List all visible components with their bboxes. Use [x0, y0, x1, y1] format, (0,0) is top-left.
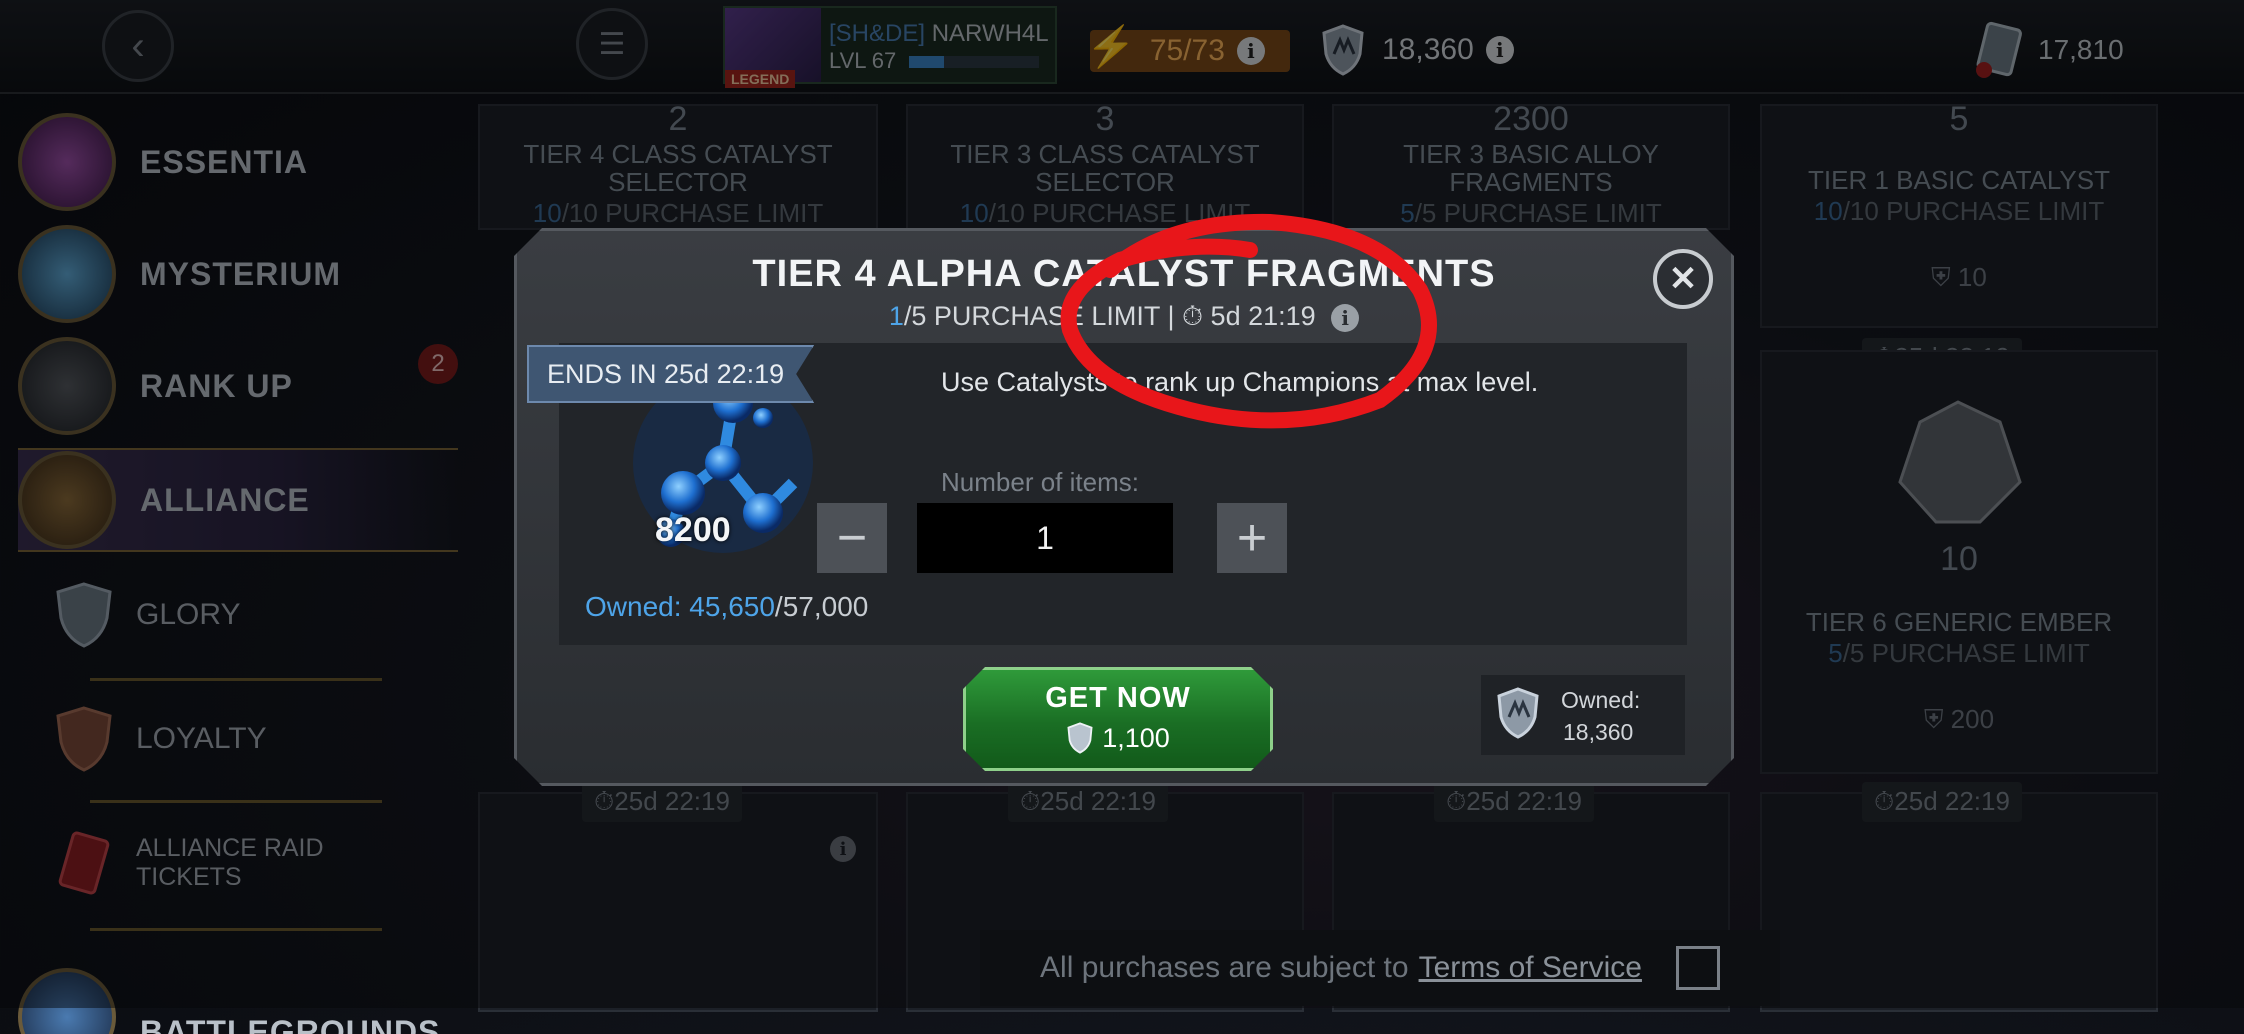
stopwatch-icon: ⏱ [1182, 301, 1203, 331]
quantity-label: Number of items: [941, 467, 1139, 498]
info-icon[interactable]: i [1331, 304, 1359, 332]
increase-quantity-button[interactable]: + [1217, 503, 1287, 573]
quantity-input[interactable]: 1 [917, 503, 1173, 573]
owned-count: Owned: 45,650/57,000 [585, 591, 868, 623]
sidebar-item-label: BATTLEGROUNDS [140, 1014, 440, 1034]
dialog-title: TIER 4 ALPHA CATALYST FRAGMENTS [517, 253, 1731, 296]
alliance-coin-icon [1066, 722, 1094, 754]
separator: | [1167, 301, 1174, 331]
wallet-label: Owned: [1561, 687, 1640, 714]
external-link-icon[interactable] [1676, 946, 1720, 990]
get-now-price: 1,100 [966, 722, 1270, 754]
item-quantity: 8200 [655, 511, 731, 550]
dialog-subtitle: 1/5 PURCHASE LIMIT | ⏱ 5d 21:19 i [517, 301, 1731, 333]
ends-in-banner: ENDS IN 25d 22:19 [527, 345, 814, 403]
terms-of-service-link[interactable]: Terms of Service [1419, 951, 1642, 985]
get-now-button[interactable]: GET NOW 1,100 [963, 667, 1273, 771]
purchase-dialog: TIER 4 ALPHA CATALYST FRAGMENTS 1/5 PURC… [514, 228, 1734, 786]
item-description: Use Catalysts to rank up Champions at ma… [941, 367, 1538, 398]
wallet-balance: Owned: 18,360 [1481, 675, 1685, 755]
close-button[interactable]: ✕ [1653, 249, 1713, 309]
terms-footer: All purchases are subject to Terms of Se… [980, 930, 1780, 1006]
footer-text: All purchases are subject to [1040, 951, 1409, 985]
wallet-value: 18,360 [1563, 719, 1633, 746]
dialog-timer: 5d 21:19 [1211, 301, 1316, 331]
decrease-quantity-button[interactable]: − [817, 503, 887, 573]
get-now-label: GET NOW [966, 682, 1270, 715]
purchase-limit: /5 PURCHASE LIMIT [904, 301, 1160, 331]
alliance-coin-icon [1495, 687, 1541, 739]
purchase-count: 1 [889, 301, 904, 331]
dialog-body: 8200 ENDS IN 25d 22:19 Owned: 45,650/57,… [559, 343, 1687, 645]
